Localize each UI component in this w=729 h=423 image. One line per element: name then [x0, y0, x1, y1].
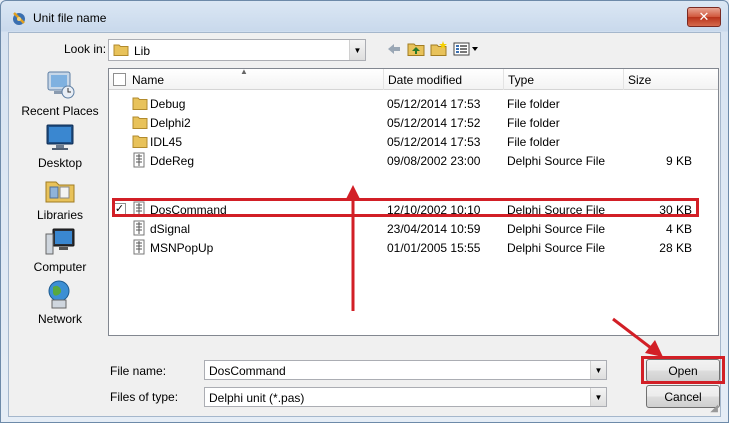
column-header-name[interactable]: Name ▲ — [109, 67, 384, 90]
file-date: 09/08/2002 23:00 — [387, 154, 481, 168]
title-bar[interactable]: Unit file name ✕ — [1, 1, 728, 32]
chevron-down-icon[interactable]: ▼ — [349, 40, 365, 60]
places-bar: Recent Places Desktop Libraries Computer… — [15, 68, 105, 333]
file-size: 30 KB — [659, 203, 692, 217]
resize-grip-icon[interactable]: ◢ — [710, 403, 718, 414]
column-header-date[interactable]: Date modified — [384, 69, 504, 90]
delphi-source-file-icon — [133, 220, 145, 236]
column-type-label: Type — [508, 73, 535, 87]
file-size: 28 KB — [659, 241, 692, 255]
file-date: 05/12/2014 17:53 — [387, 97, 481, 111]
up-folder-icon[interactable] — [407, 41, 425, 57]
open-button[interactable]: Open — [646, 359, 720, 382]
open-button-label: Open — [668, 363, 698, 378]
file-name-combo[interactable]: DosCommand ▼ — [204, 360, 607, 380]
close-button[interactable]: ✕ — [687, 7, 721, 27]
view-menu-icon[interactable] — [453, 41, 479, 57]
file-row-dsignal[interactable]: dSignal 23/04/2014 10:59 Delphi Source F… — [109, 219, 718, 238]
column-header-type[interactable]: Type — [504, 69, 624, 90]
column-date-label: Date modified — [388, 73, 463, 87]
sort-ascending-icon: ▲ — [240, 67, 248, 76]
place-label: Libraries — [36, 208, 84, 222]
libraries-icon — [45, 181, 75, 203]
dialog-window: Unit file name ✕ Look in: Lib ▼ Recent P… — [0, 0, 729, 423]
folder-icon — [132, 135, 148, 148]
file-list-header: Name ▲ Date modified Type Size — [109, 67, 720, 90]
file-date: 01/01/2005 15:55 — [387, 241, 481, 255]
window-title: Unit file name — [33, 11, 107, 25]
file-row-msnpopup[interactable]: MSNPopUp 01/01/2005 15:55 Delphi Source … — [109, 238, 718, 257]
file-size: 9 KB — [665, 154, 692, 168]
delphi-source-file-icon — [133, 152, 145, 168]
chevron-down-icon[interactable]: ▼ — [590, 361, 606, 379]
file-date: 05/12/2014 17:53 — [387, 135, 481, 149]
back-icon[interactable] — [385, 41, 403, 57]
place-network[interactable]: Network — [15, 278, 105, 326]
file-name: MSNPopUp — [150, 241, 214, 255]
file-list[interactable]: Name ▲ Date modified Type Size Debug 05/… — [108, 67, 720, 336]
place-computer[interactable]: Computer — [15, 226, 105, 274]
file-name: Debug — [150, 97, 186, 111]
new-folder-icon[interactable] — [430, 41, 448, 57]
file-row-debug[interactable]: Debug 05/12/2014 17:53 File folder — [109, 94, 718, 113]
file-type-combo[interactable]: Delphi unit (*.pas) ▼ — [204, 387, 607, 407]
recent-places-icon — [47, 71, 75, 99]
file-row-delphi2[interactable]: Delphi2 05/12/2014 17:52 File folder — [109, 113, 718, 132]
place-label: Computer — [33, 260, 87, 274]
look-in-combo[interactable]: Lib ▼ — [108, 39, 366, 61]
delphi-source-file-icon — [133, 201, 145, 217]
folder-icon — [113, 44, 129, 56]
dialog-client: Look in: Lib ▼ Recent Places Desktop Lib… — [8, 32, 725, 417]
chevron-down-icon[interactable]: ▼ — [590, 388, 606, 406]
file-row-ddereg[interactable]: DdeReg 09/08/2002 23:00 Delphi Source Fi… — [109, 151, 718, 170]
place-desktop[interactable]: Desktop — [15, 122, 105, 170]
file-type: File folder — [507, 116, 560, 130]
file-type: File folder — [507, 97, 560, 111]
file-name-label: File name: — [110, 364, 167, 378]
look-in-label: Look in: — [64, 42, 107, 56]
file-type-label: Files of type: — [110, 390, 179, 404]
delphi-source-file-icon — [133, 239, 145, 255]
place-label: Network — [37, 312, 82, 326]
file-size: 4 KB — [665, 222, 692, 236]
folder-icon — [132, 116, 148, 129]
close-icon: ✕ — [698, 9, 710, 24]
file-date: 05/12/2014 17:52 — [387, 116, 481, 130]
file-type: Delphi Source File — [507, 241, 606, 255]
desktop-icon — [46, 124, 74, 150]
delphi-app-icon — [13, 12, 25, 25]
file-row-doscommand[interactable]: ✓ DosCommand 12/10/2002 10:10 Delphi Sou… — [109, 200, 718, 219]
file-type: Delphi Source File — [507, 222, 606, 236]
row-checkbox[interactable]: ✓ — [113, 203, 126, 216]
file-date: 12/10/2002 10:10 — [387, 203, 481, 217]
look-in-value: Lib — [134, 44, 151, 58]
cancel-button[interactable]: Cancel — [646, 385, 720, 408]
file-type-value: Delphi unit (*.pas) — [209, 391, 305, 405]
file-name-value: DosCommand — [209, 364, 286, 378]
file-name: Delphi2 — [150, 116, 191, 130]
file-name: IDL45 — [150, 135, 183, 149]
place-label: Recent Places — [21, 104, 99, 118]
computer-icon — [45, 228, 75, 255]
cancel-button-label: Cancel — [664, 389, 702, 404]
place-libraries[interactable]: Libraries — [15, 174, 105, 222]
file-type: Delphi Source File — [507, 203, 606, 217]
file-date: 23/04/2014 10:59 — [387, 222, 481, 236]
place-label: Desktop — [37, 156, 83, 170]
column-size-label: Size — [628, 73, 652, 87]
file-name: DdeReg — [150, 154, 195, 168]
place-recent-places[interactable]: Recent Places — [15, 68, 105, 118]
file-name: DosCommand — [150, 203, 227, 217]
file-name: dSignal — [150, 222, 191, 236]
column-header-size[interactable]: Size — [624, 69, 720, 90]
file-row-idl45[interactable]: IDL45 05/12/2014 17:53 File folder — [109, 132, 718, 151]
folder-icon — [132, 97, 148, 110]
file-type: Delphi Source File — [507, 154, 606, 168]
network-icon — [48, 280, 70, 309]
column-name-label: Name — [132, 73, 165, 87]
file-type: File folder — [507, 135, 560, 149]
